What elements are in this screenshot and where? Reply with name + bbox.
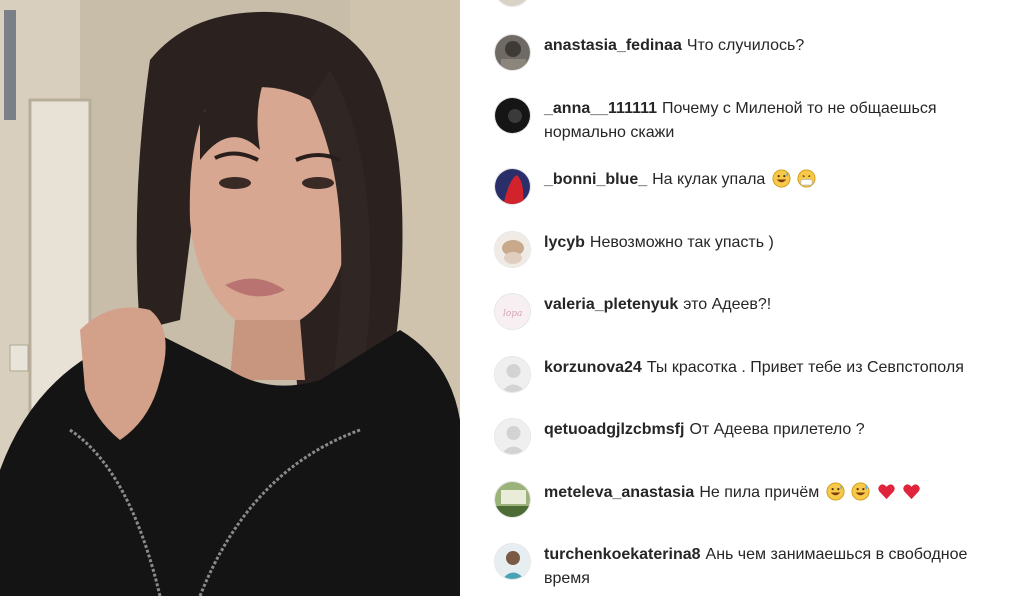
red-heart-emoji <box>877 484 895 500</box>
comment-username[interactable]: _bonni_blue_ <box>544 171 647 188</box>
sneezing-face-emoji <box>797 169 816 188</box>
comment-username[interactable]: qetuoadgjlzcbmsfj <box>544 421 684 438</box>
avatar-photo-icon[interactable] <box>494 481 531 518</box>
avatar-photo-icon[interactable] <box>494 231 531 268</box>
comment-text: Невозможно так упасть ) <box>589 234 774 251</box>
video-scene <box>0 0 460 596</box>
grinning-sweat-emoji <box>772 169 791 188</box>
grinning-sweat-emoji <box>851 482 870 501</box>
comment-username[interactable]: korzunova24 <box>544 359 642 376</box>
avatar-photo-icon[interactable] <box>494 97 531 134</box>
comment-text: На кулак упала <box>652 171 766 188</box>
comment-username[interactable]: anastasia_fedinaa <box>544 37 682 54</box>
comment-text: От Адеева прилетело ? <box>689 421 865 438</box>
avatar-photo-icon[interactable] <box>494 168 531 205</box>
default-avatar-icon[interactable] <box>494 418 531 455</box>
avatar-photo-icon[interactable]: lopa <box>494 293 531 330</box>
avatar-photo-icon[interactable] <box>494 543 531 580</box>
grinning-sweat-emoji <box>826 482 845 501</box>
comment-text: Ты красотка . Привет тебе из Севпстополя <box>646 359 964 376</box>
comment-username[interactable]: turchenkoekaterina8 <box>544 546 701 563</box>
avatar-photo-icon[interactable] <box>494 34 531 71</box>
comment-username[interactable]: lycyb <box>544 234 585 251</box>
comments-panel[interactable]: anastasia_fedinaa Что случилось? _anna__1… <box>460 0 1017 596</box>
comment-username[interactable]: _anna__111111 <box>544 100 657 117</box>
comment-text: Что случилось? <box>686 37 805 54</box>
avatar[interactable] <box>494 0 531 7</box>
comment-username[interactable]: valeria_pletenyuk <box>544 296 678 313</box>
default-avatar-icon[interactable] <box>494 356 531 393</box>
comment-text: это Адеев?! <box>683 296 772 313</box>
live-video-frame[interactable] <box>0 0 460 596</box>
comment-text: Не пила причём <box>699 484 820 501</box>
svg-text:lopa: lopa <box>503 309 522 319</box>
comment-username[interactable]: meteleva_anastasia <box>544 484 694 501</box>
red-heart-emoji <box>903 484 920 500</box>
